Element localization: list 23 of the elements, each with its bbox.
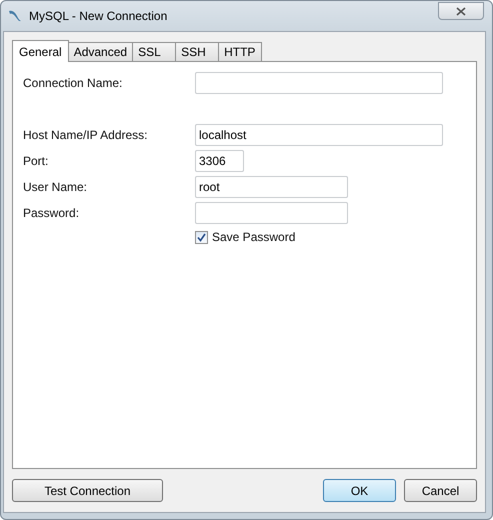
close-icon: [456, 6, 466, 16]
input-field[interactable]: 3306: [195, 150, 244, 172]
close-button[interactable]: [438, 2, 484, 20]
field-label: User Name:: [23, 180, 88, 194]
field-label: Host Name/IP Address:: [23, 128, 148, 142]
window-title: MySQL - New Connection: [29, 9, 168, 23]
checkbox[interactable]: [195, 230, 208, 244]
input-field[interactable]: [195, 72, 443, 94]
ok-button[interactable]: OK: [323, 479, 396, 502]
field-label: Password:: [23, 206, 80, 220]
tab[interactable]: Advanced: [68, 42, 134, 61]
input-field[interactable]: localhost: [195, 124, 443, 146]
cancel-button[interactable]: Cancel: [404, 479, 477, 502]
tab[interactable]: HTTP: [218, 42, 262, 61]
field-label: Port:: [23, 154, 50, 168]
input-field[interactable]: [195, 202, 348, 224]
tab[interactable]: General: [12, 40, 69, 62]
checkbox-label: Save Password: [212, 230, 296, 244]
test-connection-button[interactable]: Test Connection: [12, 479, 163, 502]
input-field[interactable]: root: [195, 176, 348, 198]
tab[interactable]: SSH: [175, 42, 220, 61]
tab[interactable]: SSL: [132, 42, 176, 61]
field-label: Connection Name:: [23, 76, 124, 90]
